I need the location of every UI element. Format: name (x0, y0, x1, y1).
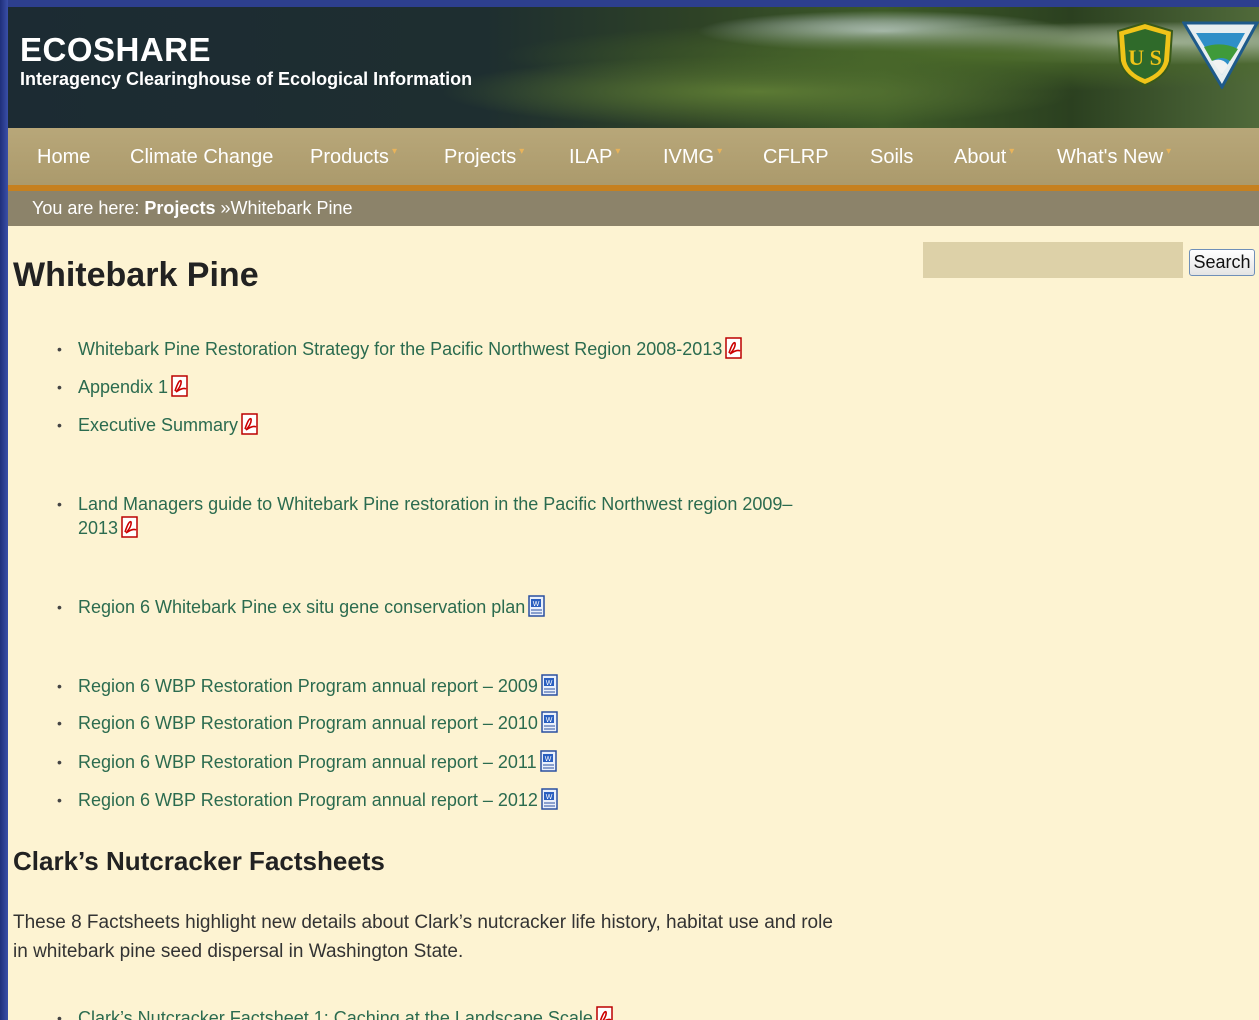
list-item: • Land Managers guide to Whitebark Pine … (57, 492, 848, 540)
breadcrumb-prefix: You are here: (32, 198, 145, 218)
page-title: Whitebark Pine (13, 256, 259, 294)
section-title-nutcracker: Clark’s Nutcracker Factsheets (13, 846, 385, 876)
svg-text:W: W (544, 756, 551, 763)
list-item: • Region 6 WBP Restoration Program annua… (57, 788, 848, 812)
pdf-icon[interactable] (240, 413, 260, 435)
nav-item-about[interactable]: About ▾ (954, 146, 1014, 169)
search-button[interactable]: Search (1189, 249, 1255, 276)
document-link[interactable]: Region 6 WBP Restoration Program annual … (78, 676, 538, 696)
nav-item-ilap[interactable]: ILAP ▾ (569, 146, 620, 169)
document-link[interactable]: Executive Summary (78, 415, 238, 435)
nav-item-home[interactable]: Home (37, 146, 90, 169)
word-doc-icon[interactable]: W (527, 595, 547, 617)
svg-text:W: W (533, 601, 540, 608)
site-subtitle: Interagency Clearinghouse of Ecological … (20, 69, 473, 89)
main-navigation: Home Climate Change Products ▾ Projects ▾ … (8, 128, 1259, 191)
site-title[interactable]: ECOSHARE (20, 31, 211, 69)
pdf-icon[interactable] (170, 375, 190, 397)
list-item: • Region 6 WBP Restoration Program annua… (57, 674, 848, 698)
nav-item-projects[interactable]: Projects ▾ (444, 146, 524, 169)
document-link[interactable]: Land Managers guide to Whitebark Pine re… (78, 492, 848, 516)
document-link-continued[interactable]: 2013 (78, 518, 118, 538)
list-item: • Appendix 1 (57, 375, 848, 399)
nav-item-soils[interactable]: Soils (870, 146, 913, 169)
word-doc-icon[interactable]: W (540, 674, 560, 696)
page: ECOSHARE Interagency Clearinghouse of Ec… (8, 7, 1259, 1020)
dropdown-caret-icon: ▾ (1009, 146, 1015, 157)
document-link[interactable]: Region 6 WBP Restoration Program annual … (78, 752, 537, 772)
breadcrumb: You are here: Projects »Whitebark Pine (8, 191, 1259, 226)
dropdown-caret-icon: ▾ (391, 146, 397, 157)
dropdown-caret-icon: ▾ (717, 146, 723, 157)
pdf-icon[interactable] (724, 337, 744, 359)
word-doc-icon[interactable]: W (539, 750, 559, 772)
list-item: • Region 6 Whitebark Pine ex situ gene c… (57, 595, 848, 619)
list-item: • Region 6 WBP Restoration Program annua… (57, 750, 848, 774)
list-item: • Whitebark Pine Restoration Strategy fo… (57, 337, 848, 361)
dropdown-caret-icon: ▾ (1166, 146, 1172, 157)
document-link[interactable]: Clark’s Nutcracker Factsheet 1: Caching … (78, 1008, 593, 1020)
document-link[interactable]: Region 6 WBP Restoration Program annual … (78, 790, 538, 810)
document-link[interactable]: Region 6 Whitebark Pine ex situ gene con… (78, 597, 525, 617)
document-link[interactable]: Region 6 WBP Restoration Program annual … (78, 713, 538, 733)
breadcrumb-current: Whitebark Pine (230, 198, 353, 218)
section-description: These 8 Factsheets highlight new details… (13, 912, 833, 962)
list-item: • Executive Summary (57, 413, 848, 437)
nav-item-cflrp[interactable]: CFLRP (763, 146, 829, 169)
word-doc-icon[interactable]: W (540, 788, 560, 810)
breadcrumb-separator: » (215, 198, 231, 218)
list-item: • Clark’s Nutcracker Factsheet 1: Cachin… (57, 1006, 848, 1020)
pdf-icon[interactable] (120, 516, 140, 538)
usfs-logo-text: U S (1128, 45, 1162, 70)
document-link[interactable]: Appendix 1 (78, 377, 168, 397)
usfs-shield-logo[interactable]: U S (1114, 21, 1176, 87)
nav-item-climate-change[interactable]: Climate Change (130, 146, 273, 169)
nav-item-ivmg[interactable]: IVMG ▾ (663, 146, 722, 169)
site-header: ECOSHARE Interagency Clearinghouse of Ec… (8, 7, 1259, 128)
breadcrumb-link-projects[interactable]: Projects (144, 198, 215, 218)
nav-item-whats-new[interactable]: What's New ▾ (1057, 146, 1171, 169)
dropdown-caret-icon: ▾ (519, 146, 525, 157)
blm-triangle-logo[interactable] (1182, 17, 1259, 89)
list-item: • Region 6 WBP Restoration Program annua… (57, 711, 848, 735)
document-link[interactable]: Whitebark Pine Restoration Strategy for … (78, 339, 722, 359)
search-input[interactable] (923, 242, 1183, 278)
nav-item-products[interactable]: Products ▾ (310, 146, 397, 169)
svg-text:W: W (546, 717, 553, 724)
svg-text:W: W (546, 794, 553, 801)
dropdown-caret-icon: ▾ (615, 146, 621, 157)
pdf-icon[interactable] (595, 1006, 615, 1020)
word-doc-icon[interactable]: W (540, 711, 560, 733)
svg-text:W: W (546, 680, 553, 687)
